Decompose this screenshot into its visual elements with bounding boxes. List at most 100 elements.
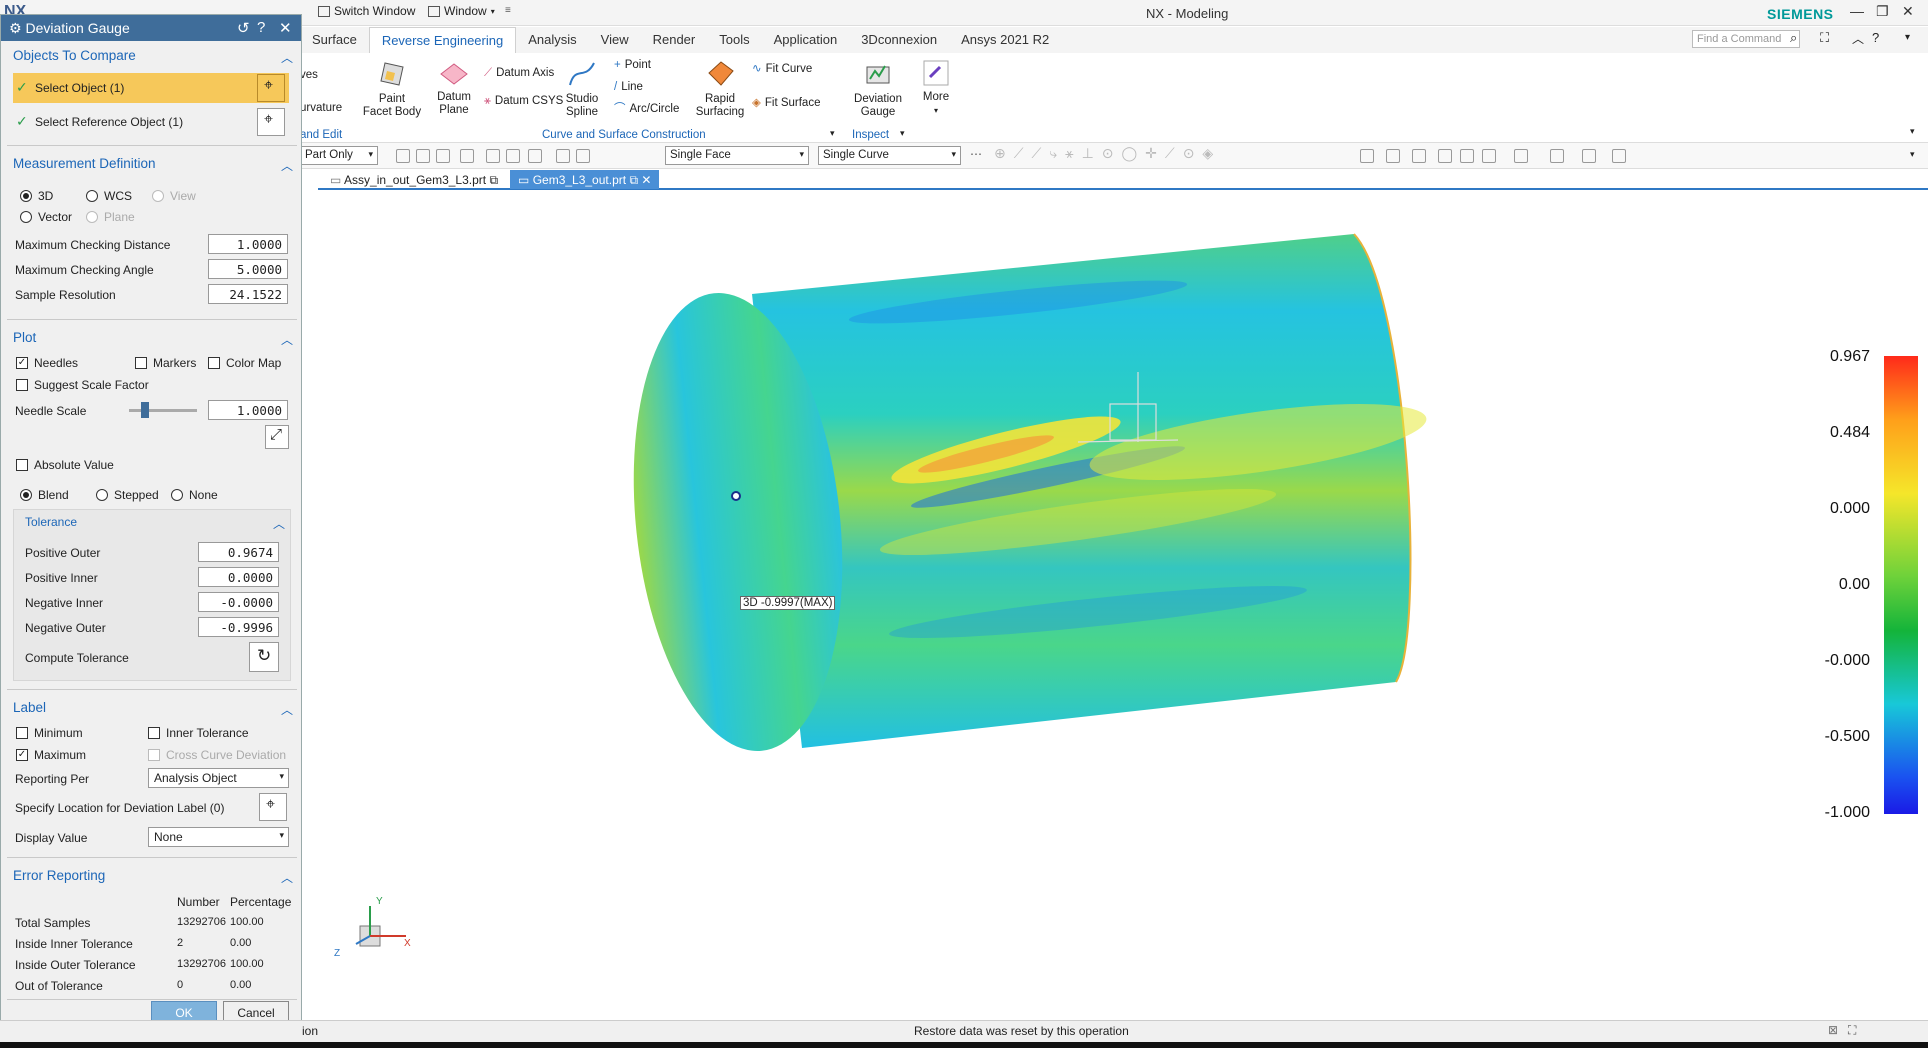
radio-none[interactable] [171,489,183,501]
negative-outer-input[interactable]: -0.9996 [198,617,279,637]
radio-blend[interactable] [20,489,32,501]
datum-plane-button[interactable]: Datum Plane [426,61,482,117]
section-error-reporting[interactable]: Error Reporting [13,868,105,883]
ribbon-cut-item[interactable]: urvature [300,102,342,115]
help-icon[interactable]: ? [257,19,265,36]
dropdown-icon[interactable]: ▾ [1905,32,1910,43]
point-button[interactable]: + Point [614,59,651,72]
body-filter-icon[interactable] [528,149,542,163]
facet-filter-icon[interactable] [576,149,590,163]
graphics-window[interactable]: 3D -0.9997(MAX) Y X Z [318,192,1928,1020]
radio-vector[interactable] [20,211,32,223]
color-map-checkbox[interactable] [208,357,220,369]
needle-scale-slider[interactable] [129,402,197,418]
deviation-gauge-button[interactable]: Deviation Gauge [848,59,908,119]
section-tolerance[interactable]: Tolerance [25,515,77,529]
type-filter-select[interactable]: Part Only ▾ [300,146,378,165]
more-options-icon[interactable]: ⋯ [970,147,982,161]
section-objects-to-compare[interactable]: Objects To Compare [13,48,136,63]
specify-location-crosshair-icon[interactable]: ⌖ [259,793,287,821]
doc-tab-gem3[interactable]: ▭ Gem3_L3_out.prt ⧉ ✕ [510,170,660,189]
toolbar-options-icon[interactable]: ▾ [1910,149,1915,160]
render-style-icon[interactable] [1514,149,1528,163]
feature-filter-icon[interactable] [506,149,520,163]
compute-tolerance-button[interactable]: ↻ [249,642,279,672]
datum-axis-button[interactable]: ⟋ Datum Axis [484,67,554,80]
tab-analysis[interactable]: Analysis [516,27,588,53]
fit-curve-button[interactable]: ∿ Fit Curve [752,63,812,76]
collapse-icon[interactable]: ︿ [281,331,293,348]
positive-inner-input[interactable]: 0.0000 [198,567,279,587]
fullscreen-icon[interactable]: ⛶ [1820,30,1829,46]
minimize-icon[interactable]: — [1850,3,1864,19]
line-button[interactable]: / Line [614,81,643,94]
needle-scale-input[interactable]: 1.0000 [208,400,288,420]
tab-3dconnexion[interactable]: 3Dconnexion [849,27,949,53]
collapse-icon[interactable]: ︿ [273,515,285,532]
radio-plane[interactable] [86,211,98,223]
collapse-icon[interactable]: ︿ [281,869,293,886]
window-menu-button[interactable]: Window ▾ [428,4,495,18]
sphere-icon[interactable] [1582,149,1596,163]
group-dropdown-icon[interactable]: ▾ [830,127,835,140]
shaded-icon[interactable] [1550,149,1564,163]
tab-ansys[interactable]: Ansys 2021 R2 [949,27,1061,53]
reporting-per-select[interactable]: Analysis Object ▾ [148,768,289,788]
radio-3d[interactable] [20,190,32,202]
tab-tools[interactable]: Tools [707,27,761,53]
reset-icon[interactable]: ↺ [237,19,250,37]
snap-icon[interactable] [486,149,500,163]
curve-rule-select[interactable]: Single Curve ▾ [818,146,961,165]
arc-circle-button[interactable]: ⌒ Arc/Circle [614,103,679,116]
select-object-crosshair-icon[interactable]: ⌖ [257,74,285,102]
collapse-icon[interactable]: ︿ [281,701,293,718]
maximum-checkbox[interactable]: ✓ [16,749,28,761]
collapse-icon[interactable]: ︿ [281,49,293,66]
paint-facet-body-button[interactable]: Paint Facet Body [362,59,422,119]
rapid-surfacing-button[interactable]: Rapid Surfacing [692,59,748,119]
view-triad[interactable] [355,906,406,947]
fullscreen-icon[interactable]: ⛶ [1848,1023,1856,1038]
markers-checkbox[interactable] [135,357,147,369]
doc-tab-assy[interactable]: ▭ Assy_in_out_Gem3_L3.prt ⧉ [322,170,506,189]
switch-window-button[interactable]: Switch Window [318,4,415,18]
negative-inner-input[interactable]: -0.0000 [198,592,279,612]
view-iso-icon[interactable] [1438,149,1452,163]
positive-outer-input[interactable]: 0.9674 [198,542,279,562]
filter-icon[interactable] [396,149,410,163]
slider-handle[interactable] [141,402,149,418]
sample-resolution-input[interactable]: 24.1522 [208,284,288,304]
ribbon-cut-item[interactable]: ves [300,69,318,82]
inner-tolerance-checkbox[interactable] [148,727,160,739]
selection-icon[interactable]: ⊠ [1828,1023,1838,1037]
ribbon-options-icon[interactable]: ▾ [1910,125,1915,138]
display-value-select[interactable]: None ▾ [148,827,289,847]
radio-view[interactable] [152,190,164,202]
restore-icon[interactable]: ❐ [1876,3,1889,20]
tab-application[interactable]: Application [762,27,850,53]
studio-spline-button[interactable]: Studio Spline [560,59,604,119]
more-button[interactable]: More ▾ [914,59,958,117]
section-measurement-definition[interactable]: Measurement Definition [13,156,156,171]
snap-point-icons[interactable]: ⊕⟋⟋⤷⚹⊥⊙◯✛⟋⊙◈ [994,145,1221,162]
tab-view[interactable]: View [589,27,641,53]
minimize-ribbon-icon[interactable]: ︿ [1852,30,1864,47]
datum-csys-button[interactable]: ⚹ Datum CSYS [484,95,563,108]
needles-checkbox[interactable]: ✓ [16,357,28,369]
absolute-value-checkbox[interactable] [16,459,28,471]
max-check-distance-input[interactable]: 1.0000 [208,234,288,254]
view-fit-icon[interactable] [1360,149,1374,163]
tab-reverse-engineering[interactable]: Reverse Engineering [368,27,517,53]
select-reference-row[interactable]: ✓ Select Reference Object (1) ⌖ [13,107,289,137]
deselect-icon[interactable] [436,149,450,163]
max-check-angle-input[interactable]: 5.0000 [208,259,288,279]
deviation-model-view[interactable] [318,192,1928,1020]
collapse-icon[interactable]: ︿ [281,157,293,174]
close-icon[interactable]: ✕ [641,173,651,187]
view-layout-icon[interactable] [1482,149,1496,163]
select-reference-crosshair-icon[interactable]: ⌖ [257,108,285,136]
section-plot[interactable]: Plot [13,330,36,345]
radio-wcs[interactable] [86,190,98,202]
view-top-icon[interactable] [1460,149,1474,163]
display-options-icon[interactable] [1612,149,1626,163]
